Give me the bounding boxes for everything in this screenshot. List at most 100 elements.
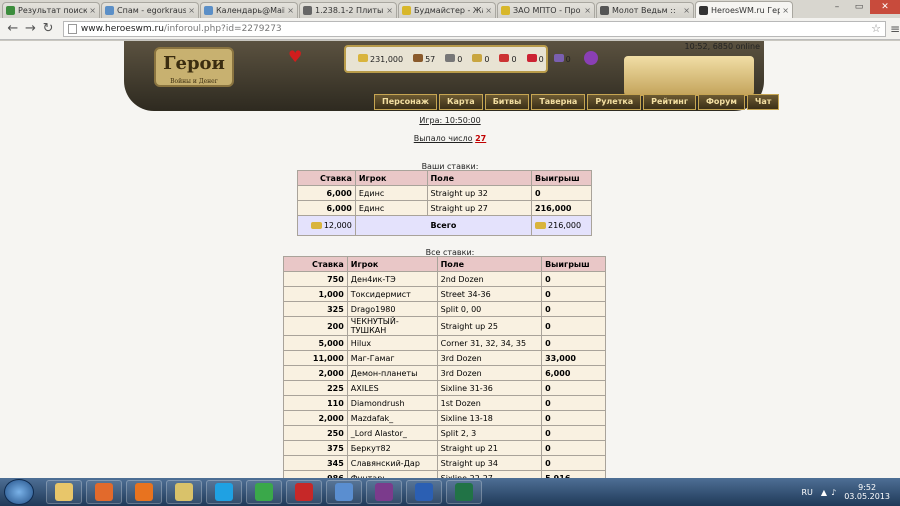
taskbar-app[interactable]: [46, 480, 82, 504]
nav-item[interactable]: Битвы: [484, 94, 530, 110]
chrome-icon: [255, 483, 273, 501]
taskbar-app[interactable]: [126, 480, 162, 504]
browser-tab[interactable]: Будмайстер - Жа ×: [398, 2, 496, 18]
player-cell[interactable]: Токсидермист: [346, 286, 438, 302]
all-bets-table: Ставка Игрок Поле Выигрыш 750 Ден4ик-ТЭ 2nd Do…: [283, 256, 606, 478]
player-cell[interactable]: Славянский-Дар: [346, 455, 438, 471]
game-time-link[interactable]: Игра: 10:50:00: [419, 116, 480, 125]
reload-icon[interactable]: ↻: [39, 21, 57, 36]
browser-tab[interactable]: Результат поиска ×: [2, 2, 100, 18]
tab-favicon-icon: [699, 5, 708, 15]
resource-value: 0: [511, 55, 517, 64]
menu-icon[interactable]: ≡: [890, 22, 900, 36]
game-time[interactable]: Игра: 10:50:00: [0, 116, 900, 125]
tab-favicon-icon: [303, 6, 312, 15]
player-cell[interactable]: Фунтарь: [346, 470, 438, 478]
resource-icon: [358, 54, 368, 62]
resource-item: 231,000: [358, 54, 408, 64]
tab-close-icon[interactable]: ×: [386, 6, 393, 15]
total-win-cell: 216,000: [531, 215, 592, 236]
player-cell[interactable]: _Lord Alastor_: [346, 425, 438, 441]
table-row: 2,000 Mazdafak_ Sixline 13-18 0: [283, 410, 606, 426]
nav-item[interactable]: Рейтинг: [643, 94, 696, 110]
nav-item[interactable]: Персонаж: [374, 94, 437, 110]
taskbar-app[interactable]: [86, 480, 122, 504]
nav-item[interactable]: Таверна: [531, 94, 586, 110]
win-cell: 0: [541, 380, 606, 396]
close-window-button[interactable]: ✕: [870, 0, 900, 14]
forward-arrow-icon[interactable]: →: [22, 21, 40, 36]
field-cell: Street 34-36: [436, 286, 543, 302]
nav-item[interactable]: Чат: [746, 94, 780, 110]
volume-icon[interactable]: ♪: [831, 488, 836, 497]
browser-tab[interactable]: 1.238.1-2 Плиты ×: [299, 2, 397, 18]
winrar-icon: [375, 483, 393, 501]
taskbar-app[interactable]: [366, 480, 402, 504]
game-logo[interactable]: Герои Войны и Денег: [154, 47, 234, 87]
tab-close-icon[interactable]: ×: [485, 6, 492, 15]
taskbar-app[interactable]: [446, 480, 482, 504]
win-cell: 0: [541, 455, 606, 471]
player-cell[interactable]: AXILES: [346, 380, 438, 396]
win-cell: 0: [541, 410, 606, 426]
player-cell[interactable]: ЧЕКНУТЫЙ-ТУШКАН: [346, 316, 438, 336]
minimize-button[interactable]: –: [826, 0, 848, 14]
mana-flask-icon: [584, 51, 598, 65]
language-indicator[interactable]: RU: [802, 488, 813, 497]
back-arrow-icon[interactable]: ←: [4, 21, 22, 36]
network-icon[interactable]: ▲: [821, 488, 827, 497]
win-cell: 0: [541, 286, 606, 302]
total-label: Всего: [354, 215, 533, 236]
browser-tab[interactable]: HeroesWM.ru Гер ×: [695, 1, 793, 18]
taskbar-app[interactable]: [326, 480, 362, 504]
browser-tab[interactable]: Молот Ведьм :: ×: [596, 2, 694, 18]
media-player-icon: [95, 483, 113, 501]
taskbar-app[interactable]: [246, 480, 282, 504]
tab-close-icon[interactable]: ×: [188, 6, 195, 15]
taskbar-app[interactable]: [286, 480, 322, 504]
taskbar-app[interactable]: [166, 480, 202, 504]
folder-icon: [175, 483, 193, 501]
nav-item[interactable]: Карта: [438, 94, 483, 110]
tab-close-icon[interactable]: ×: [584, 6, 591, 15]
tab-close-icon[interactable]: ×: [89, 6, 96, 15]
tab-title: Календарь@Mail.: [216, 6, 286, 15]
player-cell[interactable]: Ден4ик-ТЭ: [346, 271, 438, 287]
maximize-button[interactable]: ▭: [848, 0, 870, 14]
resource-item: 0: [553, 54, 576, 64]
resources-bar: 231,000 57 0 0 0 0 0: [358, 51, 581, 67]
explorer-icon: [55, 483, 73, 501]
player-cell[interactable]: Mazdafak_: [346, 410, 438, 426]
logo-subtitle: Войны и Денег: [170, 78, 218, 85]
player-cell[interactable]: Демон-планеты: [346, 365, 438, 381]
browser-tab[interactable]: Спам - egorkraus ×: [101, 2, 199, 18]
tab-close-icon[interactable]: ×: [782, 6, 789, 15]
clock[interactable]: 9:52 03.05.2013: [844, 483, 890, 501]
player-cell[interactable]: Единс: [354, 200, 428, 216]
player-cell[interactable]: Беркут82: [346, 440, 438, 456]
player-cell[interactable]: Diamondrush: [346, 395, 438, 411]
player-cell[interactable]: Единс: [354, 185, 428, 201]
bookmark-star-icon[interactable]: ☆: [871, 22, 881, 35]
start-button[interactable]: [4, 479, 34, 505]
browser-tab[interactable]: Календарь@Mail. ×: [200, 2, 298, 18]
table-row: 11,000 Маг-Гамаг 3rd Dozen 33,000: [283, 350, 606, 366]
table-row: 225 AXILES Sixline 31-36 0: [283, 380, 606, 396]
tab-close-icon[interactable]: ×: [287, 6, 294, 15]
tab-title: Результат поиска: [18, 6, 88, 15]
stake-cell: 6,000: [297, 200, 356, 216]
tab-favicon-icon: [6, 6, 15, 15]
nav-item[interactable]: Форум: [698, 94, 745, 110]
page-icon: [67, 23, 77, 34]
win-cell: 5,916: [541, 470, 606, 478]
tab-close-icon[interactable]: ×: [683, 6, 690, 15]
address-bar[interactable]: www.heroeswm.ru /inforoul.php?id=2279273…: [62, 20, 886, 37]
taskbar-app[interactable]: [406, 480, 442, 504]
resource-item: 57: [413, 54, 440, 64]
player-cell[interactable]: Маг-Гамаг: [346, 350, 438, 366]
browser-tab[interactable]: ЗАО МПТО - Про ×: [497, 2, 595, 18]
taskbar-app[interactable]: [206, 480, 242, 504]
nav-item[interactable]: Рулетка: [587, 94, 642, 110]
player-cell[interactable]: Drago1980: [346, 301, 438, 317]
player-cell[interactable]: Hilux: [346, 335, 438, 351]
